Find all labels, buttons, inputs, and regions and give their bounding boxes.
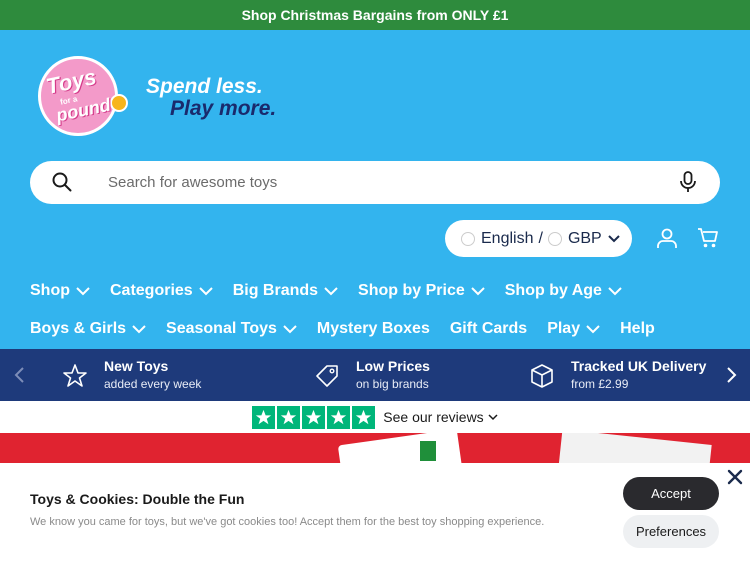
price-tag-icon [316, 365, 338, 387]
cookie-title: Toys & Cookies: Double the Fun [30, 491, 245, 507]
usp-subtitle: from £2.99 [571, 377, 629, 391]
nav-shop[interactable]: Shop [30, 282, 90, 300]
tagline-line-2: Play more. [170, 97, 277, 120]
nav-play-label[interactable]: Play [547, 320, 580, 338]
nav-help[interactable]: Help [620, 320, 655, 338]
site-header: Toys for a pound Spend less. Play more. … [0, 30, 750, 349]
see-reviews-link[interactable]: See our reviews [383, 409, 483, 425]
usp-subtitle: on big brands [356, 377, 429, 391]
currency-label: GBP [567, 229, 602, 247]
trustpilot-star-icon [327, 405, 351, 429]
nav-big-brands-label[interactable]: Big Brands [233, 282, 318, 300]
nav-help-label[interactable]: Help [620, 320, 655, 338]
chevron-right-icon[interactable] [721, 365, 741, 385]
hero-product-image [420, 441, 436, 461]
search-bar[interactable] [30, 161, 720, 204]
chevron-down-icon [132, 324, 146, 333]
cookie-banner: Toys & Cookies: Double the Fun We know y… [0, 463, 750, 563]
nav-shop-by-age-label[interactable]: Shop by Age [505, 282, 602, 300]
nav-mystery-boxes[interactable]: Mystery Boxes [317, 320, 430, 338]
chevron-down-icon [283, 324, 297, 333]
box-icon [531, 364, 553, 388]
tagline: Spend less. Play more. [146, 76, 276, 120]
chevron-down-icon [76, 286, 90, 295]
language-label: English [481, 229, 534, 247]
nav-shop-by-age[interactable]: Shop by Age [505, 282, 622, 300]
chevron-down-icon [324, 286, 338, 295]
trustpilot-bar[interactable]: See our reviews [0, 401, 750, 433]
account-icon[interactable] [656, 227, 678, 249]
nav-seasonal-toys[interactable]: Seasonal Toys [166, 320, 297, 338]
logo-dot [110, 94, 128, 112]
microphone-icon[interactable] [678, 171, 698, 193]
usp-carousel: New Toys added every week Low Prices on … [0, 349, 750, 401]
nav-categories-label[interactable]: Categories [110, 282, 193, 300]
usp-title: Low Prices [356, 358, 430, 374]
main-nav-row-2: Boys & Girls Seasonal Toys Mystery Boxes… [30, 320, 675, 338]
chevron-down-icon [471, 286, 485, 295]
usp-low-prices: Low Prices on big brands [314, 357, 430, 393]
nav-seasonal-toys-label[interactable]: Seasonal Toys [166, 320, 277, 338]
usp-new-toys: New Toys added every week [62, 357, 201, 393]
tagline-line-1: Spend less. [146, 75, 263, 98]
search-icon[interactable] [52, 172, 72, 192]
chevron-left-icon[interactable] [10, 365, 30, 385]
usp-subtitle: added every week [104, 377, 202, 391]
nav-big-brands[interactable]: Big Brands [233, 282, 338, 300]
usp-title: New Toys [104, 358, 169, 374]
main-nav-row-1: Shop Categories Big Brands Shop by Price… [30, 282, 642, 300]
cart-icon[interactable] [697, 227, 719, 249]
nav-boys-girls[interactable]: Boys & Girls [30, 320, 146, 338]
search-input[interactable] [108, 161, 668, 204]
star-icon [63, 364, 87, 387]
usp-title: Tracked UK Delivery [571, 358, 707, 374]
locale-selector[interactable]: English / GBP [445, 220, 632, 257]
locale-separator: / [538, 229, 543, 247]
currency-flag-icon [547, 231, 562, 246]
announcement-bar[interactable]: Shop Christmas Bargains from ONLY £1 [0, 0, 750, 30]
trustpilot-star-icon [252, 405, 276, 429]
nav-categories[interactable]: Categories [110, 282, 213, 300]
nav-play[interactable]: Play [547, 320, 600, 338]
nav-shop-by-price[interactable]: Shop by Price [358, 282, 485, 300]
chevron-down-icon [586, 324, 600, 333]
language-flag-icon [461, 231, 475, 246]
nav-mystery-boxes-label[interactable]: Mystery Boxes [317, 320, 430, 338]
chevron-down-icon [608, 286, 622, 295]
cookie-text: We know you came for toys, but we've got… [30, 516, 545, 528]
chevron-down-icon [198, 286, 213, 295]
accept-cookies-button[interactable]: Accept [623, 477, 719, 510]
usp-delivery: Tracked UK Delivery from £2.99 [529, 357, 706, 393]
chevron-down-icon [488, 413, 498, 420]
close-icon[interactable] [727, 469, 743, 485]
hero-product-image [337, 433, 463, 463]
site-logo[interactable]: Toys for a pound [38, 56, 128, 136]
nav-gift-cards-label[interactable]: Gift Cards [450, 320, 527, 338]
trustpilot-star-icon [277, 405, 301, 429]
trustpilot-star-icon [352, 405, 376, 429]
trustpilot-star-icon [302, 405, 326, 429]
chevron-down-icon [608, 234, 620, 242]
trustpilot-stars [252, 405, 376, 429]
nav-shop-by-price-label[interactable]: Shop by Price [358, 282, 465, 300]
nav-boys-girls-label[interactable]: Boys & Girls [30, 320, 126, 338]
announcement-text[interactable]: Shop Christmas Bargains from ONLY £1 [242, 7, 509, 23]
nav-gift-cards[interactable]: Gift Cards [450, 320, 527, 338]
nav-shop-label[interactable]: Shop [30, 282, 70, 300]
hero-product-image [558, 433, 712, 463]
cookie-preferences-button[interactable]: Preferences [623, 515, 719, 548]
hero-banner[interactable] [0, 433, 750, 463]
